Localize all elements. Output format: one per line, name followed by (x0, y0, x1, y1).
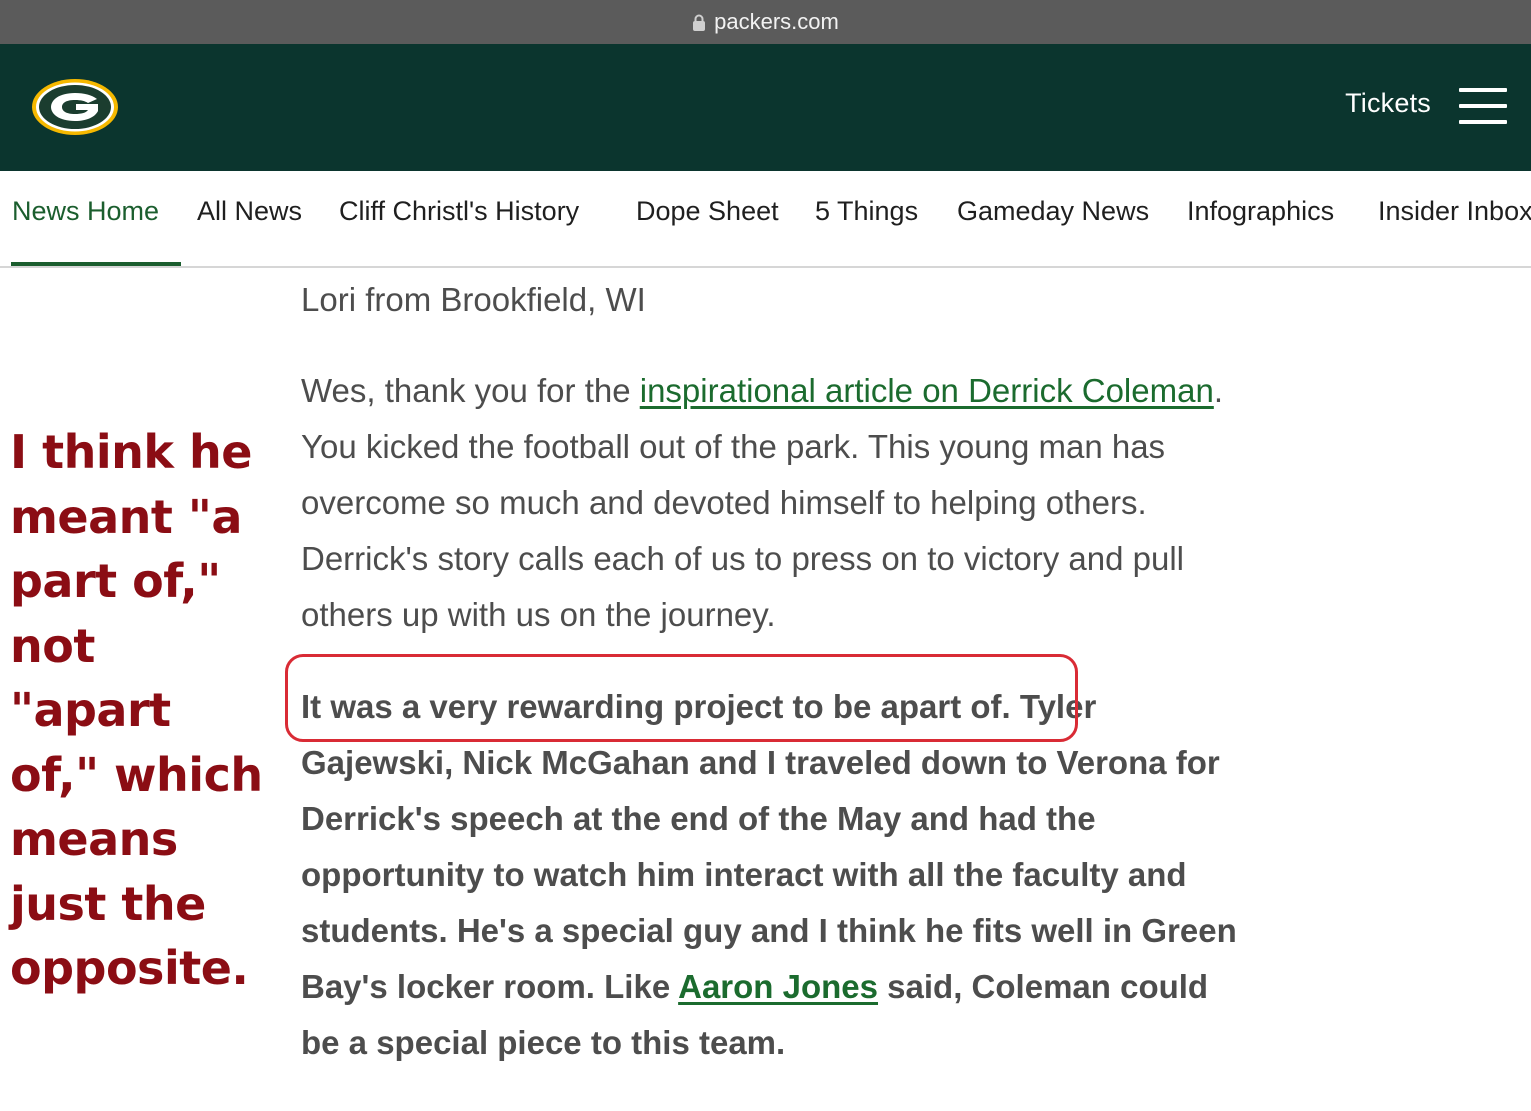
news-subnav: News Home All News Cliff Christl's Histo… (0, 171, 1531, 268)
derrick-coleman-article-link[interactable]: inspirational article on Derrick Coleman (640, 372, 1214, 409)
packers-logo-icon[interactable] (31, 78, 119, 136)
url-text: packers.com (714, 9, 839, 34)
active-tab-underline (11, 262, 181, 266)
para1-rest: . You kicked the football out of the par… (301, 372, 1223, 633)
menu-hamburger-icon[interactable] (1459, 88, 1507, 124)
red-highlight-box (285, 654, 1078, 742)
subnav-item-news-home[interactable]: News Home (12, 196, 159, 227)
subnav-item-5-things[interactable]: 5 Things (815, 196, 918, 227)
browser-url-bar[interactable]: packers.com (0, 0, 1531, 44)
annotation-note: I think he meant "a part of," not "apart… (10, 425, 263, 995)
article-body: Lori from Brookfield, WI Wes, thank you … (301, 280, 1241, 1061)
aaron-jones-link[interactable]: Aaron Jones (678, 968, 878, 1005)
subnav-item-dope-sheet[interactable]: Dope Sheet (636, 196, 779, 227)
subnav-item-all-news[interactable]: All News (197, 196, 302, 227)
reader-byline: Lori from Brookfield, WI (301, 281, 646, 318)
tickets-link[interactable]: Tickets (1345, 88, 1431, 119)
reader-question-paragraph: Wes, thank you for the inspirational art… (301, 363, 1241, 643)
subnav-item-infographics[interactable]: Infographics (1187, 196, 1334, 227)
site-header: Tickets (0, 44, 1531, 171)
subnav-item-insider-inbox[interactable]: Insider Inbox (1378, 196, 1531, 227)
subnav-item-cliff-christl-history[interactable]: Cliff Christl's History (339, 196, 579, 227)
lock-icon (693, 14, 706, 31)
subnav-item-gameday-news[interactable]: Gameday News (957, 196, 1149, 227)
para1-intro: Wes, thank you for the (301, 372, 640, 409)
